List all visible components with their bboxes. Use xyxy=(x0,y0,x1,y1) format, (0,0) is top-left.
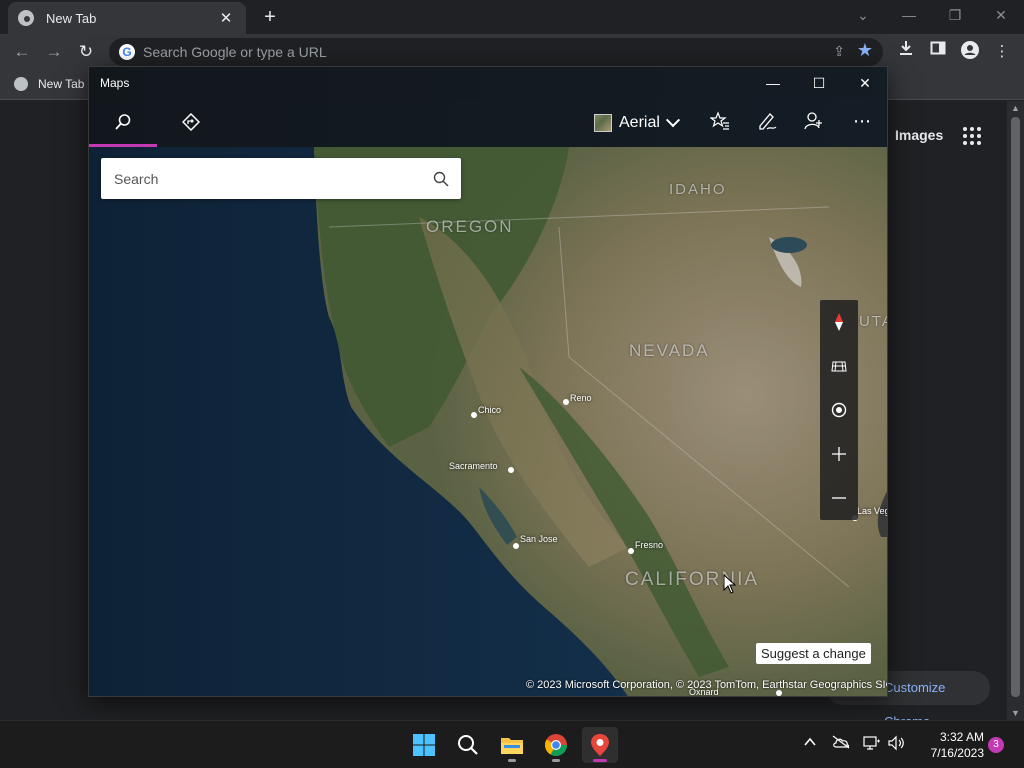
omnibox-placeholder: Search Google or type a URL xyxy=(143,44,327,60)
favorites-icon[interactable] xyxy=(709,111,734,135)
maps-close-icon[interactable]: ✕ xyxy=(842,71,887,95)
tab-search-chevron-icon[interactable]: ⌄ xyxy=(840,4,886,28)
running-indicator xyxy=(552,759,560,762)
taskbar-maps[interactable] xyxy=(582,727,618,763)
tray-overflow-icon[interactable] xyxy=(800,735,820,755)
city-label-sacramento[interactable]: Sacramento xyxy=(449,461,498,471)
taskbar-search[interactable] xyxy=(450,727,486,763)
chrome-menu-icon[interactable]: ⋮ xyxy=(990,40,1014,64)
restore-icon[interactable]: ❐ xyxy=(932,4,978,28)
volume-icon[interactable] xyxy=(886,735,906,755)
bookmark-label: New Tab xyxy=(38,77,85,91)
active-tab-indicator xyxy=(89,144,157,147)
search-icon xyxy=(115,114,131,130)
close-icon[interactable]: ✕ xyxy=(978,4,1024,28)
forward-icon[interactable]: → xyxy=(42,40,66,64)
maps-command-bar: Aerial ⋯ xyxy=(89,99,887,147)
city-label-san-jose[interactable]: San Jose xyxy=(520,534,558,544)
taskbar: 3:32 AM 7/16/2023 3 xyxy=(0,720,1024,768)
ink-pen-icon[interactable] xyxy=(757,111,781,135)
search-submit-icon[interactable] xyxy=(421,158,461,199)
start-icon xyxy=(413,734,435,756)
search-placeholder: Search xyxy=(114,170,159,187)
onedrive-icon[interactable] xyxy=(831,735,851,755)
browser-toolbar: ← → ↻ G Search Google or type a URL ⇪ ★ … xyxy=(0,34,1024,70)
maps-window: OREGON IDAHO NEVADA CALIFORNIA UTAH Chic… xyxy=(88,66,888,697)
suggest-change-button[interactable]: Suggest a change xyxy=(756,643,871,664)
maps-title-bar: Maps — ☐ ✕ xyxy=(89,67,887,99)
back-icon[interactable]: ← xyxy=(10,40,34,64)
scrollbar-thumb[interactable] xyxy=(1011,117,1020,697)
chrome-favicon-icon xyxy=(18,10,34,26)
chrome-icon xyxy=(545,734,567,756)
tilt-3d-icon[interactable] xyxy=(820,344,858,388)
tab-strip: New Tab ✕ + ⌄ — ❐ ✕ xyxy=(0,0,1024,34)
maps-window-title: Maps xyxy=(100,76,130,90)
download-icon[interactable] xyxy=(894,40,918,64)
minimize-icon[interactable]: — xyxy=(886,4,932,28)
state-label-nevada: NEVADA xyxy=(629,341,710,360)
scroll-down-icon[interactable]: ▼ xyxy=(1011,708,1020,718)
new-tab-button[interactable]: + xyxy=(258,6,282,30)
state-label-idaho: IDAHO xyxy=(669,181,727,198)
city-label-las-vegas[interactable]: Las Veg xyxy=(857,506,887,516)
state-label-california: CALIFORNIA xyxy=(625,569,760,590)
google-icon: G xyxy=(119,44,135,60)
my-location-icon[interactable] xyxy=(820,388,858,432)
side-panel-icon[interactable] xyxy=(926,40,950,64)
maps-search-box[interactable]: Search xyxy=(101,158,461,199)
profile-avatar-icon[interactable] xyxy=(958,40,982,64)
omnibox[interactable]: G Search Google or type a URL ⇪ ★ xyxy=(109,38,883,66)
zoom-out-icon[interactable] xyxy=(820,476,858,520)
more-options-icon[interactable]: ⋯ xyxy=(853,111,877,135)
maps-maximize-icon[interactable]: ☐ xyxy=(796,71,842,95)
taskbar-clock[interactable]: 3:32 AM 7/16/2023 xyxy=(914,729,984,761)
tab-close-icon[interactable]: ✕ xyxy=(216,9,236,27)
page-scrollbar[interactable]: ▲ ▼ xyxy=(1007,101,1024,720)
active-app-indicator xyxy=(593,759,607,762)
scroll-up-icon[interactable]: ▲ xyxy=(1011,103,1020,113)
images-link[interactable]: Images xyxy=(895,127,943,143)
browser-tab[interactable]: New Tab ✕ xyxy=(8,2,246,34)
map-copyright: © 2023 Microsoft Corporation, © 2023 Tom… xyxy=(526,679,888,691)
clock-time: 3:32 AM xyxy=(939,730,984,744)
file-explorer-icon xyxy=(501,738,523,754)
tab-search[interactable] xyxy=(89,99,157,147)
tab-title: New Tab xyxy=(46,10,97,26)
clock-date: 7/16/2023 xyxy=(930,746,984,760)
directions-icon xyxy=(182,113,200,131)
tab-directions[interactable] xyxy=(157,99,225,147)
network-icon[interactable] xyxy=(862,735,882,755)
state-label-oregon: OREGON xyxy=(426,217,514,236)
city-label-reno[interactable]: Reno xyxy=(570,393,592,403)
reload-icon[interactable]: ↻ xyxy=(74,40,98,64)
city-label-fresno[interactable]: Fresno xyxy=(635,540,663,550)
chrome-favicon-icon xyxy=(14,77,28,91)
map-style-label: Aerial xyxy=(619,114,660,131)
running-indicator xyxy=(508,759,516,762)
taskbar-chrome[interactable] xyxy=(538,727,574,763)
search-icon xyxy=(458,735,478,755)
state-label-utah: UTAH xyxy=(859,313,887,330)
sign-in-icon[interactable] xyxy=(804,111,828,135)
mouse-cursor-icon xyxy=(723,574,737,594)
share-icon[interactable]: ⇪ xyxy=(833,43,845,60)
compass-icon[interactable] xyxy=(820,300,858,344)
taskbar-start[interactable] xyxy=(406,727,442,763)
maps-minimize-icon[interactable]: — xyxy=(750,71,796,95)
notification-badge[interactable]: 3 xyxy=(988,737,1004,753)
taskbar-file-explorer[interactable] xyxy=(494,727,530,763)
map-controls xyxy=(820,300,858,520)
map-style-dropdown[interactable]: Aerial xyxy=(594,110,680,136)
city-label-chico[interactable]: Chico xyxy=(478,405,501,415)
bookmark-star-icon[interactable]: ★ xyxy=(857,40,873,61)
chevron-down-icon xyxy=(665,113,680,128)
aerial-thumbnail-icon xyxy=(594,114,612,132)
zoom-in-icon[interactable] xyxy=(820,432,858,476)
bookmark-new-tab[interactable]: New Tab xyxy=(14,77,84,91)
google-apps-icon[interactable] xyxy=(963,127,981,145)
maps-icon xyxy=(591,734,609,756)
